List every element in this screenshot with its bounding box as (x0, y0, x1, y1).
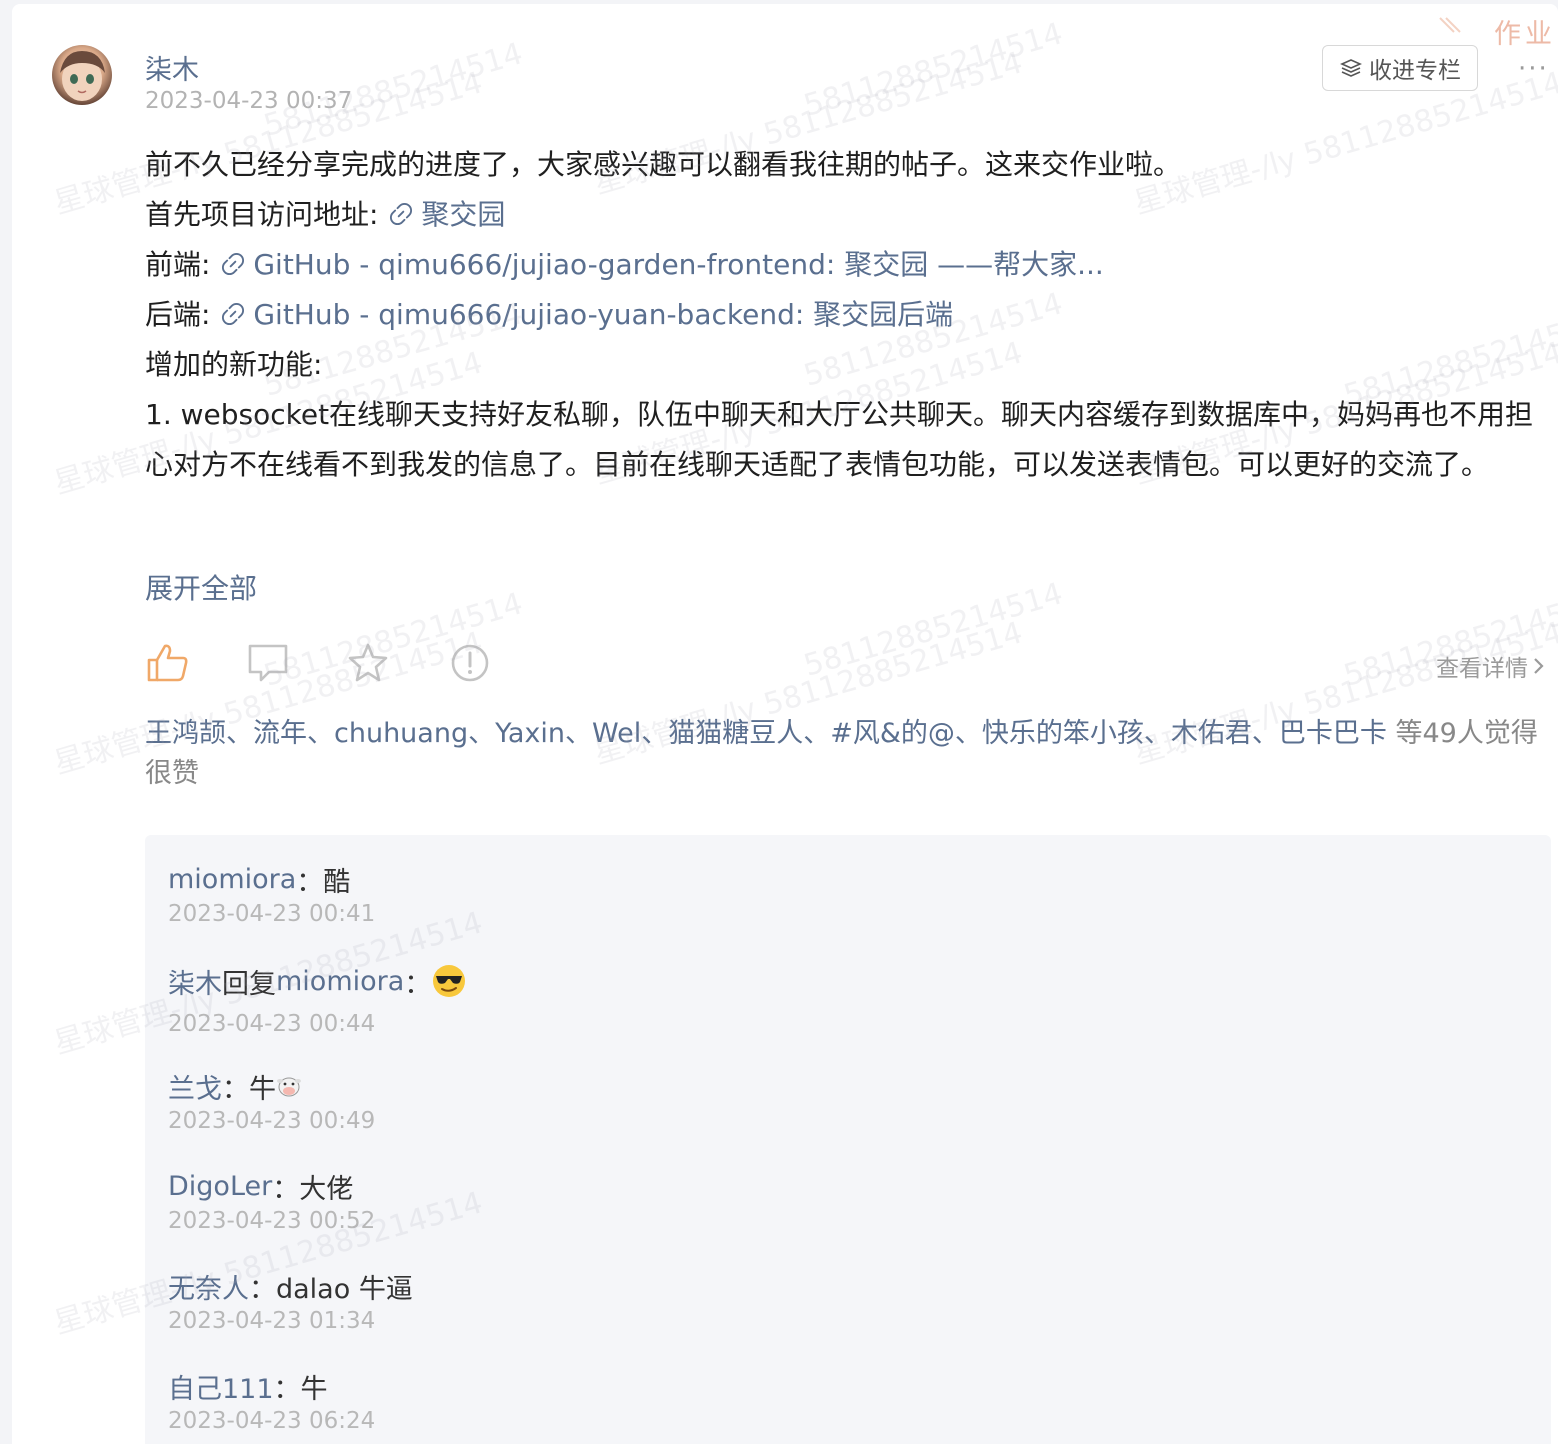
comment-separator: ： (273, 1373, 301, 1405)
comment-text: 牛 (300, 1373, 328, 1405)
link-icon (390, 203, 413, 225)
comment-separator: ： (222, 1073, 249, 1105)
comment-user[interactable]: 兰戈 (168, 1067, 222, 1106)
reply-word: 回复 (222, 968, 276, 1000)
backend-link-text: GitHub - qimu666/jujiao-yuan-backend: 聚交… (253, 298, 954, 331)
report-icon[interactable] (447, 640, 493, 686)
site-link-text: 聚交园 (421, 198, 506, 231)
site-line: 首先项目访问地址: 聚交园 (145, 190, 1540, 240)
frontend-prefix: 前端: (145, 248, 220, 281)
site-prefix: 首先项目访问地址: (145, 198, 388, 231)
homework-tag-label: 作业 (1494, 18, 1556, 50)
frontend-link-text: GitHub - qimu666/jujiao-garden-frontend:… (253, 248, 1104, 281)
comment-text: 牛 (249, 1073, 276, 1105)
link-icon (222, 253, 245, 275)
comment-item: DigoLer：大佬 2023-04-23 00:52 (168, 1166, 376, 1235)
comment-time: 2023-04-23 00:44 (168, 1011, 376, 1037)
link-icon (222, 303, 245, 325)
stack-icon (1340, 59, 1362, 77)
comment-item: 柒木 回复 miomiora： 2023-04-23 00:44 (168, 959, 467, 1037)
comment-separator: ： (404, 968, 432, 1000)
frontend-line: 前端: GitHub - qimu666/jujiao-garden-front… (145, 240, 1540, 290)
expand-all-link[interactable]: 展开全部 (145, 567, 257, 607)
comment-separator: ： (296, 866, 324, 898)
star-icon[interactable] (345, 640, 391, 686)
chevron-right-icon (1534, 658, 1544, 674)
comment-time: 2023-04-23 01:34 (168, 1308, 376, 1334)
author-avatar[interactable] (52, 45, 112, 105)
comment-separator: ： (249, 1273, 276, 1305)
comment-item: 无奈人： dalao 牛逼 2023-04-23 01:34 (168, 1266, 413, 1335)
likers-list[interactable]: 王鸿颉、流年、chuhuang、Yaxin、Wel、猫猫糖豆人、#风&的@、快乐… (145, 718, 1387, 749)
features-heading: 增加的新功能: (145, 348, 323, 381)
comment-time: 2023-04-23 06:24 (168, 1408, 376, 1434)
view-details-label: 查看详情 (1436, 656, 1528, 682)
backend-link[interactable]: GitHub - qimu666/jujiao-yuan-backend: 聚交… (219, 298, 953, 331)
comment-user[interactable]: 无奈人 (168, 1267, 249, 1306)
like-icon[interactable] (145, 640, 191, 686)
frontend-link[interactable]: GitHub - qimu666/jujiao-garden-frontend:… (219, 248, 1104, 281)
comment-text: 酷 (323, 866, 351, 898)
comment-text: 大佬 (299, 1173, 354, 1205)
comment-item: 自己111：牛 2023-04-23 06:24 (168, 1366, 376, 1435)
comment-user[interactable]: 自己111 (168, 1367, 274, 1406)
comment-user[interactable]: miomiora (168, 864, 296, 895)
author-name[interactable]: 柒木 (145, 48, 199, 87)
comment-time: 2023-04-23 00:52 (168, 1208, 376, 1234)
comment-user[interactable]: DigoLer (168, 1171, 272, 1202)
comment-separator: ： (272, 1173, 300, 1205)
reply-to-user[interactable]: miomiora (276, 966, 404, 997)
comment-time: 2023-04-23 00:49 (168, 1108, 376, 1134)
post-content: 前不久已经分享完成的进度了，大家感兴趣可以翻看我往期的帖子。这来交作业啦。 首先… (145, 140, 1540, 490)
collect-to-column-label: 收进专栏 (1369, 58, 1461, 84)
post-intro: 前不久已经分享完成的进度了，大家感兴趣可以翻看我往期的帖子。这来交作业啦。 (145, 148, 1182, 181)
comment-time: 2023-04-23 00:41 (168, 901, 376, 927)
feature-item: 1. websocket在线聊天支持好友私聊，队伍中聊天和大厅公共聊天。聊天内容… (145, 398, 1534, 481)
site-link[interactable]: 聚交园 (387, 198, 505, 231)
view-details-link[interactable]: 查看详情 (1436, 649, 1546, 683)
comment-item: 兰戈：牛 2023-04-23 00:49 (168, 1066, 376, 1135)
comment-item: miomiora：酷 2023-04-23 00:41 (168, 859, 376, 928)
comments-section: miomiora：酷 2023-04-23 00:41 柒木 回复 miomio… (145, 835, 1551, 1444)
comment-user[interactable]: 柒木 (168, 962, 222, 1001)
likes-summary: 王鸿颉、流年、chuhuang、Yaxin、Wel、猫猫糖豆人、#风&的@、快乐… (145, 714, 1540, 794)
more-options-button[interactable]: ··· (1518, 54, 1549, 84)
comment-text: dalao 牛逼 (276, 1273, 413, 1305)
collect-to-column-button[interactable]: 收进专栏 (1322, 45, 1478, 91)
post-timestamp: 2023-04-23 00:37 (145, 88, 353, 114)
backend-prefix: 后端: (145, 298, 220, 331)
sunglasses-emoji (433, 965, 466, 997)
cow-face-emoji (277, 1077, 301, 1097)
comment-icon[interactable] (245, 640, 291, 686)
backend-line: 后端: GitHub - qimu666/jujiao-yuan-backend… (145, 290, 1540, 340)
